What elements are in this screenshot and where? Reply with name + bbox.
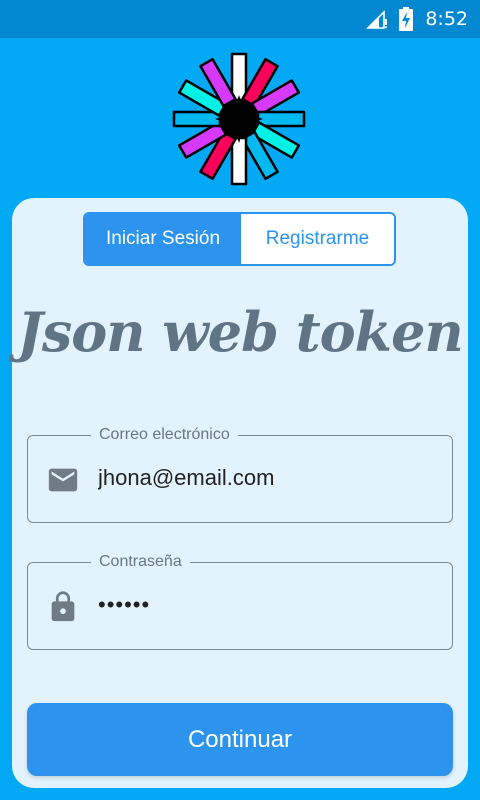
auth-tabs: Iniciar Sesión Registrarme [83,212,396,266]
status-time: 8:52 [425,8,468,30]
lock-icon [51,591,75,622]
jwt-logo [172,52,306,186]
continue-button[interactable]: Continuar [27,703,453,776]
password-field-label: Contraseña [91,551,190,573]
email-field-label: Correo electrónico [91,424,238,446]
password-input[interactable] [98,585,428,625]
page-title: Json web token [17,300,463,364]
tab-iniciar-sesion[interactable]: Iniciar Sesión [85,214,241,264]
email-icon [48,468,78,492]
email-input[interactable] [98,458,428,498]
tab-registrarme[interactable]: Registrarme [241,214,394,264]
battery-charging-icon [399,7,414,31]
password-field[interactable]: Contraseña [27,551,453,650]
email-field[interactable]: Correo electrónico [27,424,453,523]
status-bar: 8:52 [0,0,480,38]
signal-icon [366,10,388,29]
login-card: Iniciar Sesión Registrarme Json web toke… [12,198,468,788]
